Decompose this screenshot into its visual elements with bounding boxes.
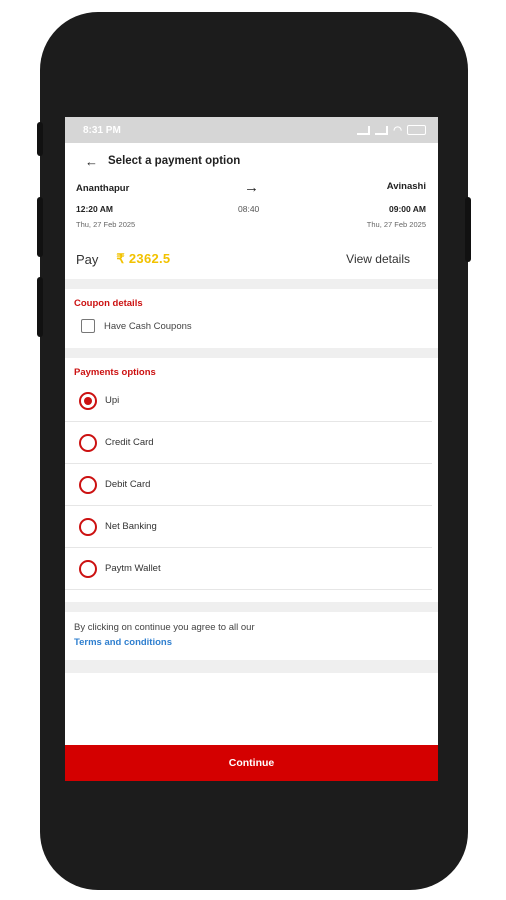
- radio-unselected-icon[interactable]: [79, 559, 97, 578]
- payments-title: Payments options: [74, 367, 156, 378]
- view-details-link[interactable]: View details: [346, 252, 410, 266]
- radio-unselected-icon[interactable]: [79, 475, 97, 494]
- section-divider: [65, 660, 438, 673]
- payments-section: Payments options Upi Credit Card Debit C…: [65, 358, 438, 590]
- route-info: Ananthapur → Avinashi 12:20 AM 08:40 09:…: [65, 179, 438, 239]
- payment-option-debit-card[interactable]: Debit Card: [65, 464, 432, 506]
- status-icons: ◠: [357, 125, 426, 136]
- duration: 08:40: [238, 204, 260, 214]
- payment-option-net-banking[interactable]: Net Banking: [65, 506, 432, 548]
- terms-link[interactable]: Terms and conditions: [74, 637, 429, 648]
- radio-unselected-icon[interactable]: [79, 517, 97, 536]
- section-divider: [65, 348, 438, 358]
- payment-option-label: Upi: [105, 395, 120, 406]
- terms-text: By clicking on continue you agree to all…: [74, 622, 255, 633]
- cash-coupon-checkbox-row[interactable]: Have Cash Coupons: [81, 319, 438, 333]
- arrow-left-icon[interactable]: ←: [85, 154, 98, 169]
- radio-unselected-icon[interactable]: [79, 433, 97, 452]
- coupon-title: Coupon details: [74, 298, 143, 309]
- payment-option-label: Paytm Wallet: [105, 563, 161, 574]
- header: ← Select a payment option: [65, 143, 438, 179]
- payment-option-label: Credit Card: [105, 437, 154, 448]
- depart-date: Thu, 27 Feb 2025: [76, 220, 136, 229]
- pay-summary: Pay ₹ 2362.5 View details: [65, 239, 438, 279]
- page-title: Select a payment option: [108, 155, 241, 167]
- signal-icon: [375, 125, 389, 135]
- battery-icon: [407, 125, 426, 135]
- continue-button[interactable]: Continue: [65, 745, 438, 781]
- from-city: Ananthapur: [76, 183, 130, 194]
- status-time: 8:31 PM: [83, 124, 121, 136]
- wifi-icon: ◠: [393, 124, 402, 136]
- pay-amount: ₹ 2362.5: [116, 251, 171, 266]
- payment-option-upi[interactable]: Upi: [65, 380, 432, 422]
- status-bar: 8:31 PM ◠: [65, 117, 438, 143]
- arrive-time: 09:00 AM: [388, 204, 426, 214]
- pay-label: Pay: [76, 251, 99, 267]
- signal-icon: [357, 125, 371, 135]
- terms-section: By clicking on continue you agree to all…: [65, 612, 438, 660]
- coupon-section: Coupon details Have Cash Coupons: [65, 289, 438, 348]
- app-screen: 8:31 PM ◠ ← Select a payment option Anan…: [65, 117, 438, 781]
- payment-option-label: Net Banking: [105, 521, 157, 532]
- phone-volume-down-button: [37, 277, 43, 337]
- payment-option-label: Debit Card: [105, 479, 151, 490]
- phone-power-button: [465, 197, 471, 262]
- payment-option-paytm-wallet[interactable]: Paytm Wallet: [65, 548, 432, 590]
- section-divider: [65, 279, 438, 289]
- to-city: Avinashi: [386, 181, 426, 192]
- section-divider: [65, 602, 438, 612]
- arrive-date: Thu, 27 Feb 2025: [366, 220, 426, 229]
- cash-coupon-label: Have Cash Coupons: [104, 320, 192, 332]
- phone-volume-up-button: [37, 197, 43, 257]
- phone-side-button: [37, 122, 43, 156]
- depart-time: 12:20 AM: [76, 204, 114, 214]
- payment-option-credit-card[interactable]: Credit Card: [65, 422, 432, 464]
- arrow-right-icon: →: [244, 179, 259, 196]
- payment-options-list: Upi Credit Card Debit Card Net Banking P…: [65, 380, 438, 590]
- radio-selected-icon[interactable]: [79, 391, 97, 410]
- cash-coupon-checkbox[interactable]: [81, 319, 95, 333]
